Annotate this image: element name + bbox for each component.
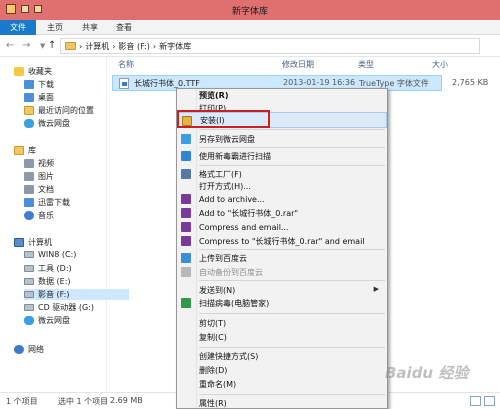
music-icon [24, 211, 34, 220]
install-highlight-box [177, 110, 270, 128]
network-icon [14, 345, 24, 354]
winrar-icon [181, 236, 191, 246]
video-icon [24, 159, 34, 168]
forward-icon[interactable]: → [22, 40, 30, 51]
sidebar-computer[interactable]: 计算机 [14, 237, 52, 248]
desktop-icon [24, 93, 34, 102]
sidebar-item-thunder[interactable]: 迅雷下载 [24, 197, 70, 208]
cloud-icon [181, 134, 191, 144]
library-icon [14, 146, 24, 155]
sidebar-libraries[interactable]: 库 [14, 145, 36, 156]
menu-item-copy[interactable]: 复制(C) [177, 329, 387, 345]
ribbon: 文件 主页 共享 查看 [0, 20, 500, 35]
file-size: 2,765 KB [452, 78, 489, 87]
drive-icon [24, 265, 34, 272]
winrar-icon [181, 222, 191, 232]
tab-file[interactable]: 文件 [0, 20, 36, 35]
picture-icon [24, 172, 34, 181]
back-icon[interactable]: ← [6, 40, 14, 51]
cd-drive-icon [24, 304, 34, 311]
address-bar-row: ← → ▼ ↑ › 计算机 › 影音 (F:) › 新字体库 [0, 35, 500, 57]
sidebar-item-drive-d[interactable]: 工具 (D:) [24, 263, 72, 274]
download-icon [24, 80, 34, 89]
tab-share[interactable]: 共享 [82, 20, 98, 35]
sidebar-item-weiyun[interactable]: 微云网盘 [24, 118, 70, 129]
sidebar-item-music[interactable]: 音乐 [24, 210, 54, 221]
sidebar-favorites[interactable]: 收藏夹 [14, 66, 52, 77]
menu-separator [199, 280, 385, 281]
navigation-pane: 收藏夹 下载 桌面 最近访问的位置 微云网盘 库 视频 图片 文档 迅雷下载 音… [0, 57, 130, 392]
breadcrumb-folder[interactable]: 新字体库 [159, 41, 191, 52]
menu-item-scan[interactable]: 使用新毒霸进行扫描 [177, 148, 387, 164]
menu-item-compress-rar-email[interactable]: Compress to "长城行书体_0.rar" and email [177, 233, 387, 249]
menu-item-auto-backup: 自动备份到百度云 [177, 264, 387, 280]
drive-icon [24, 278, 34, 285]
title-bar: 新字体库 [0, 0, 500, 20]
address-path[interactable]: › 计算机 › 影音 (F:) › 新字体库 [60, 38, 480, 54]
tab-home[interactable]: 主页 [47, 20, 63, 35]
cloud-icon [24, 316, 34, 325]
pc-manager-icon [181, 298, 191, 308]
drive-icon [24, 291, 34, 298]
antivirus-icon [181, 151, 191, 161]
sidebar-item-documents[interactable]: 文档 [24, 184, 54, 195]
sidebar-item-pictures[interactable]: 图片 [24, 171, 54, 182]
context-menu: 预览(R) 打印(P) 安装(I) 另存到微云网盘 使用新毒霸进行扫描 格式工厂… [176, 88, 388, 409]
sidebar-network[interactable]: 网络 [14, 344, 44, 355]
cloud-icon [24, 119, 34, 128]
window-title: 新字体库 [231, 7, 268, 17]
breadcrumb-separator: › [112, 41, 116, 51]
sidebar-item-downloads[interactable]: 下载 [24, 79, 54, 90]
menu-item-save-to-cloud[interactable]: 另存到微云网盘 [177, 131, 387, 147]
backup-icon [181, 267, 191, 277]
item-count: 1 个项目 [6, 397, 38, 406]
star-icon [14, 67, 24, 76]
up-icon[interactable]: ↑ [48, 40, 56, 51]
folder-icon [65, 42, 76, 50]
sidebar-item-drive-e[interactable]: 数据 (E:) [24, 276, 71, 287]
chevron-right-icon: ▶ [373, 285, 379, 293]
baidu-cloud-icon [181, 253, 191, 263]
breadcrumb-drive[interactable]: 影音 (F:) [118, 41, 149, 52]
thunder-icon [24, 198, 34, 207]
winrar-icon [181, 194, 191, 204]
tab-view[interactable]: 查看 [116, 20, 132, 35]
sidebar-item-drive-c[interactable]: WIN8 (C:) [24, 250, 76, 259]
sidebar-item-weiyun-drive[interactable]: 微云网盘 [24, 315, 70, 326]
breadcrumb-separator: › [79, 41, 83, 51]
breadcrumb-computer[interactable]: 计算机 [85, 41, 109, 52]
menu-item-properties[interactable]: 属性(R) [177, 395, 387, 409]
menu-separator [199, 129, 385, 130]
watermark: Baidu 经验 [385, 364, 469, 382]
document-icon [24, 185, 34, 194]
selected-count: 选中 1 个项目 [58, 397, 109, 406]
recent-places-icon [24, 106, 34, 115]
drive-icon [24, 251, 34, 258]
breadcrumb-separator: › [152, 41, 157, 51]
column-header-name[interactable]: 名称 [118, 57, 134, 73]
details-view-icon[interactable] [470, 396, 481, 406]
menu-item-virus-scan[interactable]: 扫描病毒(电脑管家) [177, 295, 387, 311]
sidebar-item-videos[interactable]: 视频 [24, 158, 54, 169]
chevron-down-icon[interactable]: ▼ [40, 42, 45, 50]
column-header-size[interactable]: 大小 [432, 57, 448, 73]
sidebar-item-recent[interactable]: 最近访问的位置 [24, 105, 94, 116]
menu-separator [199, 313, 385, 314]
large-icons-view-icon[interactable] [484, 396, 495, 406]
file-modified: 2013-01-19 16:36 [283, 78, 356, 87]
sidebar-item-drive-f[interactable]: 影音 (F:) [24, 289, 130, 300]
menu-item-rename[interactable]: 重命名(M) [177, 376, 387, 392]
sidebar-item-cd-drive[interactable]: CD 驱动器 (G:) [24, 302, 94, 313]
selected-size: 2.69 MB [110, 396, 143, 405]
winrar-icon [181, 208, 191, 218]
font-file-icon [119, 77, 129, 89]
sidebar-item-desktop[interactable]: 桌面 [24, 92, 54, 103]
column-header-type[interactable]: 类型 [358, 57, 374, 73]
column-header-modified[interactable]: 修改日期 [282, 57, 314, 73]
computer-icon [14, 238, 24, 247]
